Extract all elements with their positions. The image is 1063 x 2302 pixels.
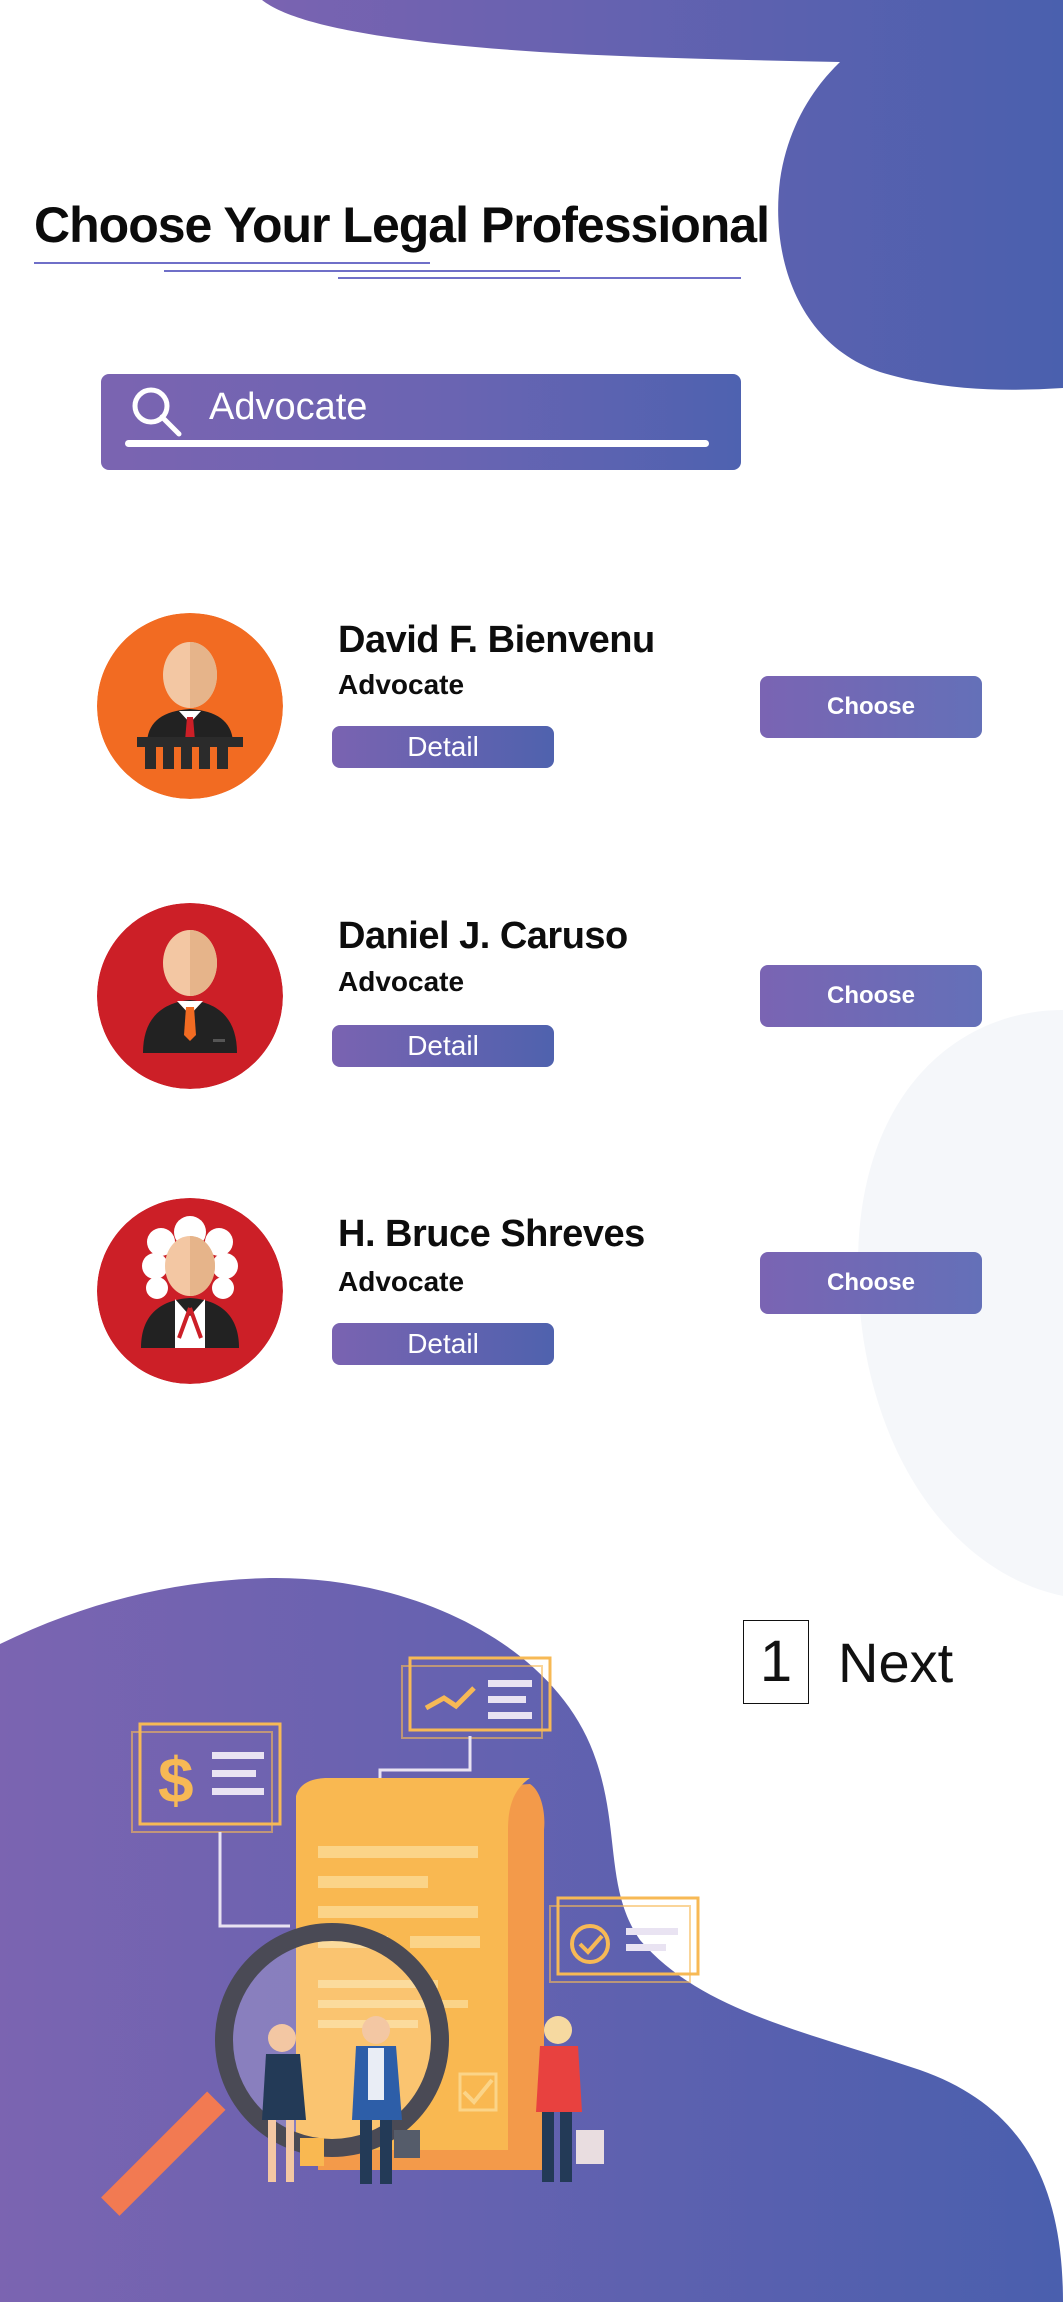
professional-card: Daniel J. Caruso Advocate Detail Choose <box>0 900 1063 1120</box>
lawyer-avatar-icon <box>97 613 283 799</box>
title-underline <box>164 270 560 272</box>
legal-documents-illustration: $ <box>101 1656 700 2216</box>
detail-button[interactable]: Detail <box>332 1323 554 1365</box>
page-title: Choose Your Legal Professional <box>34 197 770 253</box>
search-input[interactable]: Advocate <box>209 386 367 429</box>
judge-avatar-icon <box>97 1198 283 1384</box>
svg-text:$: $ <box>158 1744 194 1816</box>
dollar-card-icon: $ <box>131 1722 282 1833</box>
choose-button[interactable]: Choose <box>760 676 982 738</box>
professional-role: Advocate <box>338 669 465 700</box>
professional-name: Daniel J. Caruso <box>338 915 628 957</box>
professional-role: Advocate <box>338 966 465 997</box>
choose-button[interactable]: Choose <box>760 965 982 1027</box>
trend-card-icon <box>401 1656 552 1739</box>
search-bar[interactable]: Advocate <box>101 374 741 470</box>
professional-name: H. Bruce Shreves <box>338 1213 645 1255</box>
check-card-icon <box>549 1896 700 1983</box>
lawyer-avatar-icon <box>97 903 283 1089</box>
choose-button[interactable]: Choose <box>760 1252 982 1314</box>
detail-button[interactable]: Detail <box>332 1025 554 1067</box>
title-underline <box>338 277 741 279</box>
search-icon[interactable] <box>129 384 185 440</box>
title-underline <box>34 262 430 264</box>
professional-card: David F. Bienvenu Advocate Detail Choose <box>0 605 1063 825</box>
professional-role: Advocate <box>338 1266 465 1297</box>
professional-name: David F. Bienvenu <box>338 619 655 661</box>
professional-card: H. Bruce Shreves Advocate Detail Choose <box>0 1195 1063 1415</box>
search-underline <box>125 440 709 447</box>
detail-button[interactable]: Detail <box>332 726 554 768</box>
current-page-indicator[interactable]: 1 <box>743 1620 809 1704</box>
next-button[interactable]: Next <box>838 1630 953 1695</box>
